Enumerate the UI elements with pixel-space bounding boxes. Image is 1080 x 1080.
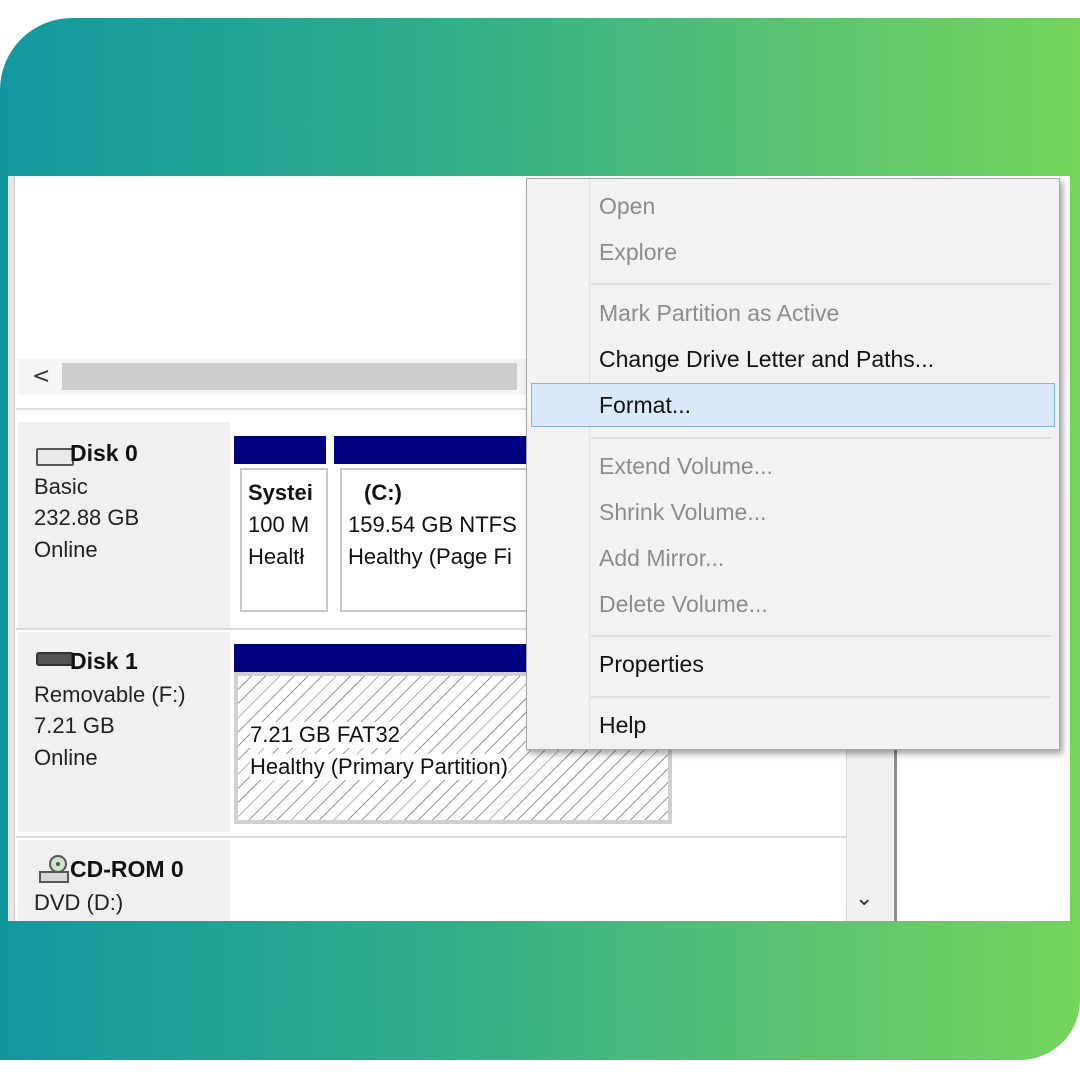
gradient-frame: < Disk 0 Basic 232.88 GB Online Systei 1… [0, 18, 1080, 1060]
menu-separator [591, 635, 1051, 637]
menu-item-shrink-volume[interactable]: Shrink Volume... [599, 499, 766, 526]
partition-size: 7.21 GB FAT32 [250, 722, 401, 748]
f-partition-bar [234, 644, 534, 672]
disk-management-window: < Disk 0 Basic 232.88 GB Online Systei 1… [8, 176, 1070, 921]
menu-item-change-drive-letter[interactable]: Change Drive Letter and Paths... [599, 346, 934, 373]
menu-separator [591, 283, 1051, 285]
scroll-thumb[interactable] [62, 363, 517, 390]
disk-1-name: Disk 1 [70, 648, 138, 674]
partition-title: (C:) [364, 480, 402, 505]
c-partition[interactable]: (C:) 159.54 GB NTFS Healthy (Page Fi [340, 468, 536, 612]
context-menu: Open Explore Mark Partition as Active Ch… [526, 178, 1060, 750]
removable-disk-icon [36, 652, 74, 666]
partition-status: Healtł [248, 544, 305, 569]
window-right-border [894, 736, 897, 921]
cd-rom-0-drive: DVD (D:) [34, 890, 124, 915]
cd-rom-icon [38, 854, 69, 884]
horizontal-scrollbar[interactable]: < [18, 359, 528, 395]
menu-item-delete-volume[interactable]: Delete Volume... [599, 591, 768, 618]
disk-1-info[interactable]: Disk 1 Removable (F:) 7.21 GB Online [18, 632, 230, 832]
divider [16, 836, 846, 838]
window-left-border [8, 176, 15, 921]
disk-1-status: Online [34, 745, 98, 770]
menu-item-add-mirror[interactable]: Add Mirror... [599, 545, 724, 572]
cd-rom-0-name: CD-ROM 0 [70, 856, 184, 882]
menu-item-open[interactable]: Open [599, 193, 655, 220]
partition-title: Systei [248, 480, 313, 505]
disk-0-status: Online [34, 537, 98, 562]
disk-0-name: Disk 0 [70, 440, 138, 466]
menu-icon-gutter [589, 179, 590, 749]
menu-item-mark-active[interactable]: Mark Partition as Active [599, 300, 839, 327]
scroll-down-icon[interactable]: ⌄ [855, 886, 873, 911]
partition-status: Healthy (Page Fi [348, 544, 512, 569]
scroll-left-icon[interactable]: < [32, 364, 50, 389]
partition-size: 100 M [248, 512, 310, 537]
cd-rom-0-info[interactable]: CD-ROM 0 DVD (D:) [18, 840, 230, 921]
menu-item-properties[interactable]: Properties [599, 651, 704, 678]
disk-1-size: 7.21 GB [34, 713, 115, 738]
disk-0-type: Basic [34, 474, 88, 499]
menu-separator [591, 437, 1051, 439]
menu-item-help[interactable]: Help [599, 712, 646, 739]
menu-separator [591, 696, 1051, 698]
disk-0-info[interactable]: Disk 0 Basic 232.88 GB Online [18, 422, 230, 628]
menu-item-format[interactable]: Format... [599, 392, 691, 419]
partition-size: 159.54 GB NTFS [348, 512, 517, 537]
system-partition[interactable]: Systei 100 M Healtł [240, 468, 328, 612]
disk-0-size: 232.88 GB [34, 505, 140, 530]
disk-icon [36, 448, 74, 466]
disk-1-type: Removable (F:) [34, 682, 186, 707]
menu-item-extend-volume[interactable]: Extend Volume... [599, 453, 773, 480]
c-partition-bar [334, 436, 534, 464]
menu-item-explore[interactable]: Explore [599, 239, 677, 266]
system-partition-bar [234, 436, 326, 464]
partition-status: Healthy (Primary Partition) [250, 754, 508, 780]
